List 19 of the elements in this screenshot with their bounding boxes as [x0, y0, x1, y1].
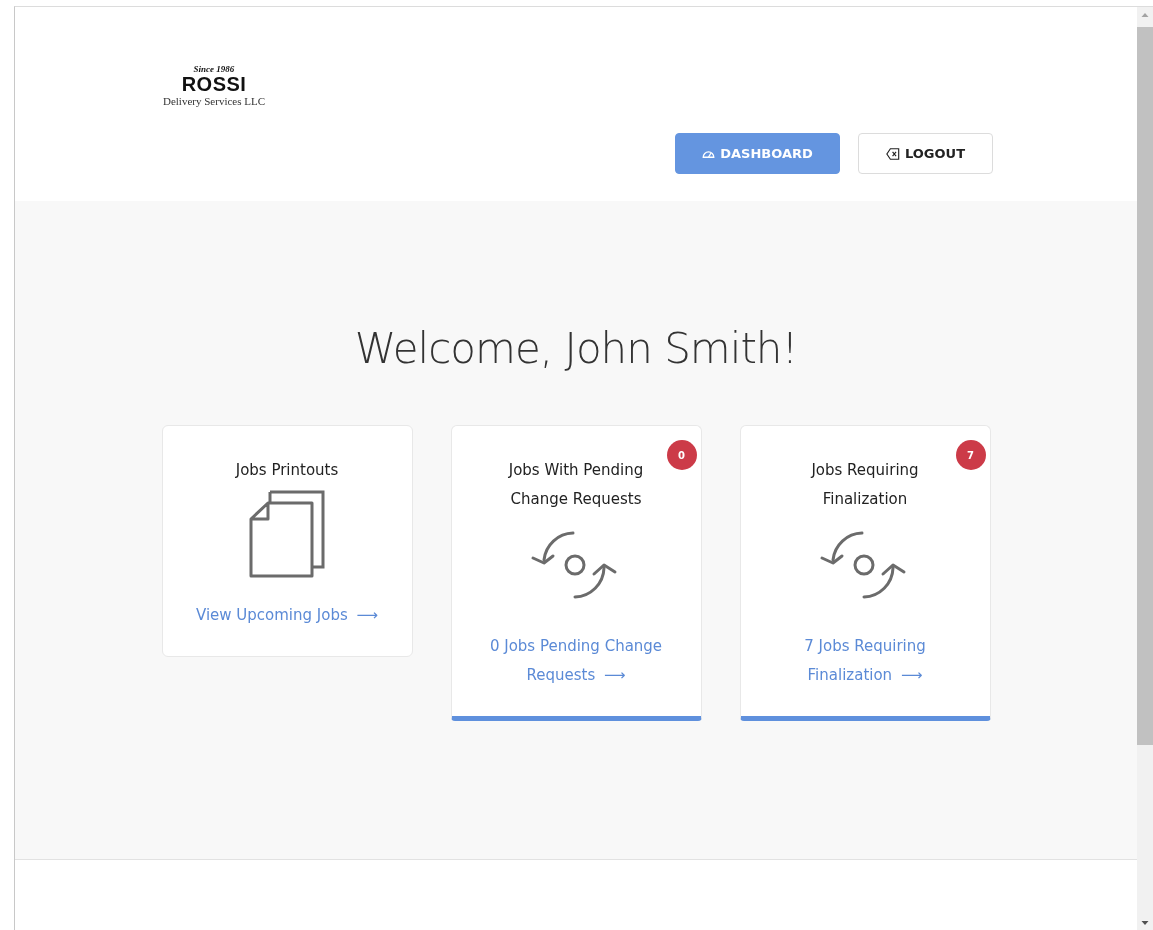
- dashboard-button[interactable]: DASHBOARD: [675, 133, 840, 174]
- backspace-icon: [886, 146, 900, 161]
- card-title: Jobs Requiring Finalization: [809, 460, 920, 510]
- card-link[interactable]: View Upcoming Jobs ⟶: [187, 601, 387, 630]
- documents-icon: [248, 489, 326, 579]
- logo-name: ROSSI: [180, 74, 248, 94]
- card-link[interactable]: 7 Jobs Requiring Finalization ⟶: [765, 632, 965, 690]
- gauge-icon: [702, 148, 716, 159]
- card-title: Jobs With Pending Change Requests: [507, 460, 645, 510]
- count-badge: 0: [666, 440, 697, 470]
- logout-button[interactable]: LOGOUT: [858, 133, 993, 174]
- logo-tagline: Since 1986: [192, 64, 236, 74]
- card-link[interactable]: 0 Jobs Pending Change Requests ⟶: [476, 632, 676, 690]
- scrollbar-thumb[interactable]: [1137, 27, 1153, 745]
- scrollbar[interactable]: [1137, 7, 1153, 930]
- logo-subtitle: Delivery Services LLC: [162, 94, 266, 108]
- welcome-heading: Welcome, John Smith!: [354, 323, 798, 375]
- card-title: Jobs Printouts: [234, 460, 340, 481]
- count-badge: 7: [955, 440, 986, 470]
